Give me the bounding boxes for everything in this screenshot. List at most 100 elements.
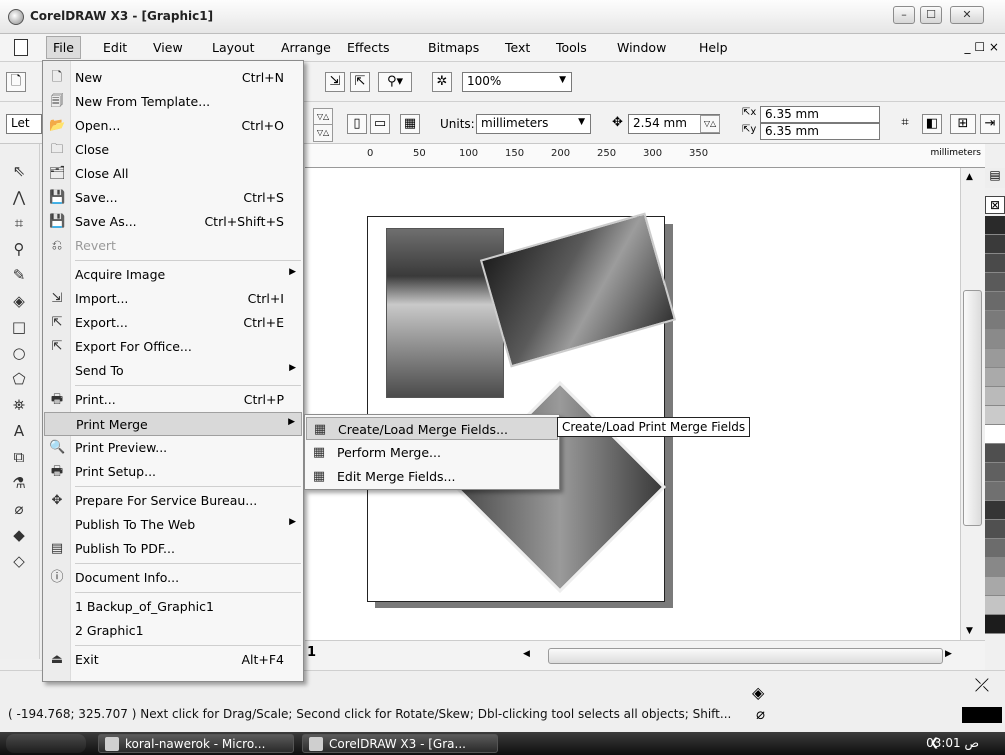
print-merge-submenu-item[interactable]: ▦ Edit Merge Fields...	[306, 465, 558, 488]
corel-online-icon[interactable]: ✲	[432, 72, 452, 92]
text-tool-icon[interactable]: A	[7, 420, 31, 442]
taskbar-button[interactable]: koral-nawerok - Micro...	[98, 734, 294, 753]
fill-tool-icon[interactable]: ◆	[7, 524, 31, 546]
print-merge-submenu-item[interactable]: ▦ Perform Merge...	[306, 441, 558, 464]
outline-tool-icon[interactable]: ⌀	[7, 498, 31, 520]
zoom-tool-icon[interactable]: ⚲	[7, 238, 31, 260]
draw-objects-icon[interactable]: ⊞	[950, 114, 976, 134]
grid-snap-icon[interactable]: ⌗	[895, 114, 915, 134]
menu-window[interactable]: Window	[617, 40, 666, 55]
horizontal-ruler[interactable]: 0 50 100 150 200 250 300 350 millimeters	[305, 144, 985, 168]
outline-indicator-icon[interactable]: ⌀	[756, 705, 765, 723]
file-menu-item[interactable]: 1 Backup_of_Graphic1	[44, 595, 302, 619]
menu-edit[interactable]: Edit	[103, 40, 127, 55]
menu-layout[interactable]: Layout	[212, 40, 255, 55]
palette-swatch[interactable]	[985, 444, 1005, 463]
file-menu-item[interactable]: ✥ Prepare For Service Bureau...	[44, 489, 302, 513]
file-menu-item[interactable]: ⏏ Exit Alt+F4	[44, 648, 302, 672]
zoom-level-dropdown[interactable]: 100% ▼	[462, 72, 572, 92]
palette-menu-icon[interactable]: ▤	[985, 168, 1005, 188]
menu-bitmaps[interactable]: Bitmaps	[428, 40, 479, 55]
palette-swatch[interactable]	[985, 406, 1005, 425]
palette-swatch[interactable]	[985, 235, 1005, 254]
palette-swatch[interactable]	[985, 501, 1005, 520]
fill-indicator-icon[interactable]: ◈	[752, 683, 764, 702]
shape-tool-icon[interactable]: ⋀	[7, 186, 31, 208]
nudge-spinner[interactable]: ▽△	[700, 115, 720, 133]
polygon-tool-icon[interactable]: ⬠	[7, 368, 31, 390]
file-menu-item[interactable]: 🗀 Close	[44, 138, 302, 162]
file-menu-item[interactable]: 2 Graphic1	[44, 619, 302, 643]
close-button[interactable]: ✕	[950, 6, 984, 24]
palette-swatch[interactable]	[985, 216, 1005, 235]
no-color-swatch[interactable]: ⊠	[985, 196, 1005, 214]
palette-swatch[interactable]	[985, 539, 1005, 558]
file-menu-item[interactable]: ⎌ Revert	[44, 234, 302, 258]
file-menu-item[interactable]: ⇱ Export For Office...	[44, 335, 302, 359]
palette-swatch[interactable]	[985, 577, 1005, 596]
file-menu-item[interactable]: Print Merge ▶	[44, 412, 302, 436]
rectangle-tool-icon[interactable]: □	[7, 316, 31, 338]
file-menu-item[interactable]: 🖶 Print Setup...	[44, 460, 302, 484]
scroll-left-arrow-icon[interactable]: ◀	[523, 649, 530, 659]
options-icon[interactable]: ⇥	[980, 114, 1000, 134]
interactive-blend-tool-icon[interactable]: ⧉	[7, 446, 31, 468]
height-spinner[interactable]: ▽△	[313, 124, 333, 142]
menu-arrange[interactable]: Arrange	[281, 40, 331, 55]
file-menu-item[interactable]: Publish To The Web ▶	[44, 513, 302, 537]
export-icon[interactable]: ⇱	[350, 72, 370, 92]
horizontal-scroll-thumb[interactable]	[548, 648, 943, 664]
palette-swatch[interactable]	[985, 520, 1005, 539]
palette-swatch[interactable]	[985, 254, 1005, 273]
palette-swatch[interactable]	[985, 292, 1005, 311]
document-icon[interactable]	[14, 39, 28, 56]
outline-color-swatch[interactable]	[962, 707, 1002, 723]
smart-fill-tool-icon[interactable]: ◈	[7, 290, 31, 312]
palette-swatch[interactable]	[985, 615, 1005, 634]
new-icon[interactable]: 🗋	[6, 72, 26, 92]
file-menu-item[interactable]: Acquire Image ▶	[44, 263, 302, 287]
palette-swatch[interactable]	[985, 425, 1005, 444]
eyedropper-tool-icon[interactable]: ⚗	[7, 472, 31, 494]
palette-swatch[interactable]	[985, 368, 1005, 387]
treat-as-filled-icon[interactable]: ◧	[922, 114, 942, 134]
scroll-up-arrow-icon[interactable]: ▲	[966, 172, 973, 182]
minimize-button[interactable]: –	[893, 6, 915, 24]
import-icon[interactable]: ⇲	[325, 72, 345, 92]
file-menu-item[interactable]: 💾 Save... Ctrl+S	[44, 186, 302, 210]
file-menu-item[interactable]: 💾 Save As... Ctrl+Shift+S	[44, 210, 302, 234]
menu-tools[interactable]: Tools	[556, 40, 587, 55]
freehand-tool-icon[interactable]: ✎	[7, 264, 31, 286]
menu-text[interactable]: Text	[505, 40, 530, 55]
palette-swatch[interactable]	[985, 387, 1005, 406]
palette-swatch[interactable]	[985, 558, 1005, 577]
file-menu-item[interactable]: 🖶 Print... Ctrl+P	[44, 388, 302, 412]
file-menu-item[interactable]: ▤ Publish To PDF...	[44, 537, 302, 561]
print-merge-submenu-item[interactable]: ▦ Create/Load Merge Fields...	[306, 417, 558, 440]
page-tab[interactable]: 1	[307, 645, 316, 660]
file-menu-item[interactable]: Send To ▶	[44, 359, 302, 383]
units-dropdown[interactable]: millimeters ▼	[476, 114, 591, 134]
file-menu-item[interactable]: 🗂 Close All	[44, 162, 302, 186]
menu-file[interactable]: File	[46, 36, 81, 59]
paper-type-dropdown[interactable]: Let	[6, 114, 42, 134]
duplicate-y-field[interactable]: 6.35 mm	[760, 123, 880, 140]
pick-tool-icon[interactable]: ⇖	[7, 160, 31, 182]
palette-swatch[interactable]	[985, 311, 1005, 330]
interactive-fill-tool-icon[interactable]: ◇	[7, 550, 31, 572]
menu-effects[interactable]: Effects	[347, 40, 390, 55]
page-layout-icon[interactable]: ▦	[400, 114, 420, 134]
landscape-icon[interactable]: ▭	[370, 114, 390, 134]
file-menu-item[interactable]: 🔍 Print Preview...	[44, 436, 302, 460]
palette-swatch[interactable]	[985, 349, 1005, 368]
basic-shapes-tool-icon[interactable]: ⛯	[7, 394, 31, 416]
maximize-button[interactable]: ☐	[920, 6, 942, 24]
start-button[interactable]	[6, 734, 86, 753]
palette-swatch[interactable]	[985, 596, 1005, 615]
file-menu-item[interactable]: 🗐 New From Template...	[44, 90, 302, 114]
coreldraw-app-icon[interactable]	[8, 9, 24, 25]
menu-view[interactable]: View	[153, 40, 183, 55]
file-menu-item[interactable]: 📂 Open... Ctrl+O	[44, 114, 302, 138]
mdi-window-controls[interactable]: _ ☐ ×	[965, 40, 999, 54]
palette-swatch[interactable]	[985, 482, 1005, 501]
